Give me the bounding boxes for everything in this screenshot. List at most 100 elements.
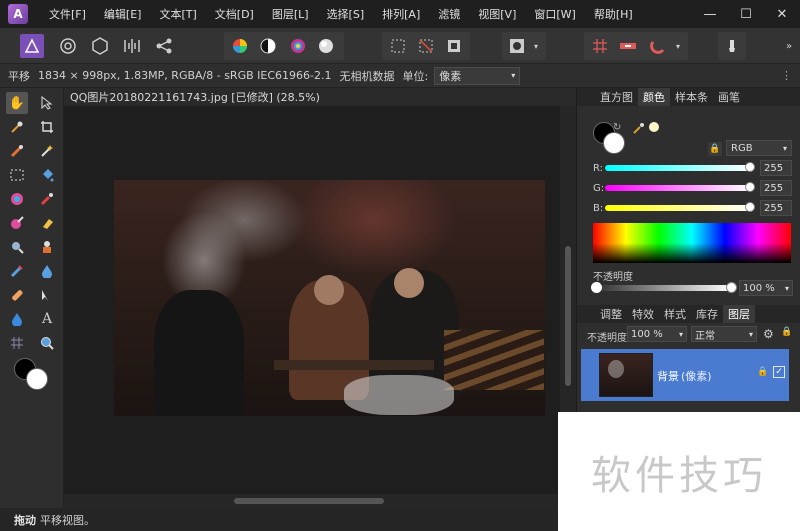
invert-selection-icon[interactable]	[442, 34, 466, 58]
deselect-icon[interactable]	[414, 34, 438, 58]
gear-icon[interactable]: ⚙	[763, 327, 774, 341]
color-swatches[interactable]	[14, 358, 50, 392]
paint-brush-icon[interactable]	[36, 188, 58, 210]
gradient-tool-icon[interactable]	[6, 188, 28, 210]
marquee-select-icon[interactable]	[386, 34, 410, 58]
tone-mapping-persona-icon[interactable]	[120, 34, 144, 58]
develop-persona-icon[interactable]	[88, 34, 112, 58]
brush-tip-icon[interactable]	[720, 34, 744, 58]
color-mode-select[interactable]: RGB ▾	[726, 140, 792, 156]
red-slider-knob[interactable]	[745, 162, 755, 172]
marquee-tool-icon[interactable]	[6, 164, 28, 186]
tab-swatches[interactable]: 样本条	[670, 88, 713, 106]
dodge-tool-icon[interactable]	[6, 236, 28, 258]
unit-select[interactable]: 像素 ▾	[434, 66, 521, 85]
color-spectrum[interactable]	[593, 223, 791, 263]
background-color-swatch[interactable]	[26, 368, 48, 390]
menu-file[interactable]: 文件[F]	[40, 6, 95, 22]
eyedropper-icon[interactable]	[633, 122, 645, 137]
red-value-input[interactable]: 255	[760, 160, 792, 176]
layer-opacity-select[interactable]: 100 % ▾	[627, 326, 687, 342]
quick-mask-icon[interactable]	[505, 34, 529, 58]
canvas-area[interactable]	[64, 106, 560, 494]
menu-arrange[interactable]: 排列[A]	[373, 6, 429, 22]
blemish-removal-icon[interactable]	[6, 260, 28, 282]
chevron-down-icon[interactable]: ▾	[530, 34, 542, 58]
lock-icon[interactable]: 🔒	[708, 142, 722, 156]
white-balance-icon[interactable]	[314, 34, 338, 58]
tab-stock[interactable]: 库存	[691, 305, 723, 323]
grid-icon[interactable]	[588, 34, 612, 58]
flood-fill-icon[interactable]	[36, 164, 58, 186]
clone-tool-icon[interactable]	[36, 236, 58, 258]
tab-histogram[interactable]: 直方图	[595, 88, 638, 106]
menu-edit[interactable]: 编辑[E]	[95, 6, 151, 22]
menu-view[interactable]: 视图[V]	[469, 6, 525, 22]
tab-adjustments[interactable]: 调整	[595, 305, 627, 323]
mesh-warp-icon[interactable]	[6, 332, 28, 354]
color-picker-icon[interactable]	[6, 116, 28, 138]
hsl-icon[interactable]	[286, 34, 310, 58]
document-tab[interactable]: QQ图片20180221161743.jpg [已修改] (28.5%)	[64, 88, 576, 106]
toolbar-overflow-icon[interactable]: »	[782, 34, 796, 58]
zoom-tool-icon[interactable]	[36, 332, 58, 354]
menu-layer[interactable]: 图层[L]	[263, 6, 318, 22]
green-slider[interactable]	[605, 182, 755, 192]
move-tool-icon[interactable]	[36, 92, 58, 114]
node-tool-icon[interactable]	[36, 284, 58, 306]
maximize-button[interactable]: ☐	[728, 0, 764, 28]
swap-colors-icon[interactable]: ↻	[613, 122, 621, 133]
tab-layers[interactable]: 图层	[723, 305, 755, 323]
menu-document[interactable]: 文档[D]	[206, 6, 263, 22]
menu-text[interactable]: 文本[T]	[150, 6, 205, 22]
menu-filters[interactable]: 滤镜	[429, 6, 469, 22]
green-slider-knob[interactable]	[745, 182, 755, 192]
photo-persona-icon[interactable]	[20, 34, 44, 58]
lock-icon[interactable]: 🔒	[781, 327, 792, 337]
blend-mode-select[interactable]: 正常 ▾	[691, 326, 757, 342]
document-photo[interactable]	[114, 180, 545, 416]
snapping-magnet-icon[interactable]	[646, 34, 670, 58]
hand-tool-icon[interactable]: ✋	[6, 92, 28, 114]
chevron-down-icon[interactable]: ▾	[672, 34, 684, 58]
blur-brush-icon[interactable]	[36, 260, 58, 282]
red-slider[interactable]	[605, 162, 755, 172]
color-replace-icon[interactable]	[6, 212, 28, 234]
blue-value-input[interactable]: 255	[760, 200, 792, 216]
vertical-scroll-thumb[interactable]	[565, 246, 571, 386]
black-white-icon[interactable]	[256, 34, 280, 58]
opacity-value-select[interactable]: 100 % ▾	[739, 280, 793, 296]
assistant-icon[interactable]	[616, 34, 640, 58]
menu-help[interactable]: 帮助[H]	[585, 6, 642, 22]
layer-item-background[interactable]: 背景 (像素) 🔒 ✓	[581, 349, 789, 401]
menu-window[interactable]: 窗口[W]	[525, 6, 584, 22]
tab-brushes[interactable]: 画笔	[713, 88, 745, 106]
tab-effects[interactable]: 特效	[627, 305, 659, 323]
opacity-slider[interactable]	[591, 282, 737, 293]
tab-color[interactable]: 颜色	[638, 88, 670, 106]
crop-tool-icon[interactable]	[36, 116, 58, 138]
selection-brush-icon[interactable]	[6, 140, 28, 162]
background-color-swatch[interactable]	[603, 132, 625, 154]
color-wheel-icon[interactable]	[228, 34, 252, 58]
minimize-button[interactable]: —	[692, 0, 728, 28]
opacity-slider-knob[interactable]	[591, 282, 602, 293]
red-eye-icon[interactable]	[6, 308, 28, 330]
blue-slider[interactable]	[605, 202, 755, 212]
liquify-persona-icon[interactable]	[56, 34, 80, 58]
pin-icon[interactable]: ⋮	[781, 69, 792, 82]
tab-styles[interactable]: 样式	[659, 305, 691, 323]
layer-visibility-checkbox[interactable]: ✓	[773, 366, 785, 378]
eraser-icon[interactable]	[36, 212, 58, 234]
healing-brush-icon[interactable]	[6, 284, 28, 306]
layer-lock-icon[interactable]: 🔒	[757, 367, 768, 377]
horizontal-scrollbar[interactable]	[64, 494, 560, 508]
green-value-input[interactable]: 255	[760, 180, 792, 196]
menu-select[interactable]: 选择[S]	[318, 6, 374, 22]
color-fg-bg-swatches[interactable]	[593, 122, 627, 156]
blue-slider-knob[interactable]	[745, 202, 755, 212]
magic-wand-icon[interactable]	[36, 140, 58, 162]
text-tool-icon[interactable]: A	[36, 308, 58, 330]
horizontal-scroll-thumb[interactable]	[234, 498, 384, 504]
export-persona-icon[interactable]	[152, 34, 176, 58]
